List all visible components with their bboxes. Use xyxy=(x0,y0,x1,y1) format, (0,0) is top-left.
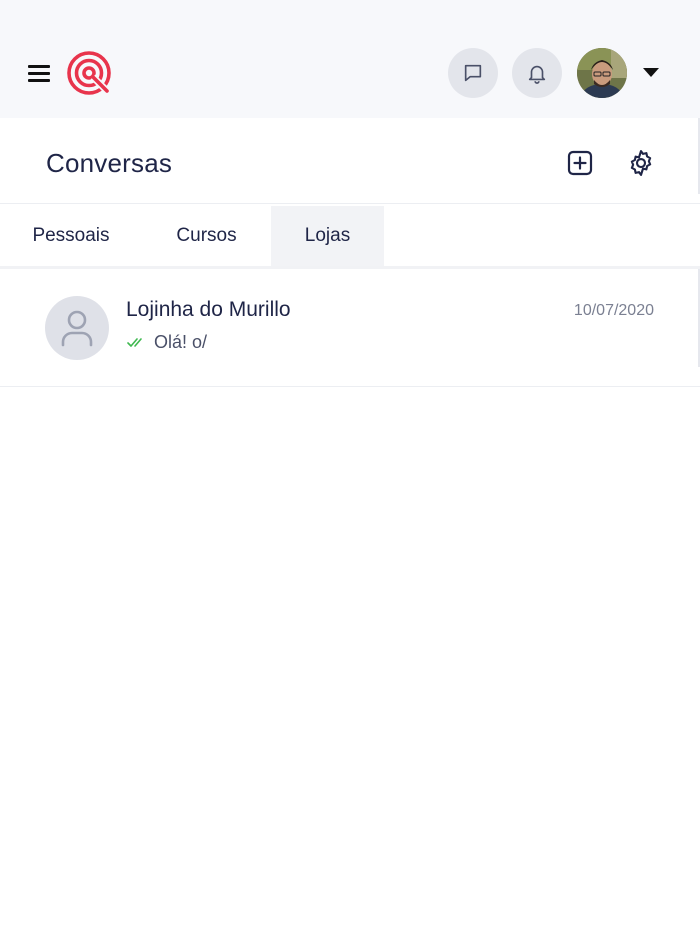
gear-icon xyxy=(630,150,652,176)
new-conversation-button[interactable] xyxy=(565,148,595,178)
user-avatar[interactable] xyxy=(577,48,627,98)
add-square-icon xyxy=(567,150,593,176)
tab-lojas[interactable]: Lojas xyxy=(271,206,384,266)
tab-cursos[interactable]: Cursos xyxy=(142,206,271,266)
chat-bubble-icon xyxy=(464,64,482,82)
conversation-tabs: Pessoais Cursos Lojas xyxy=(0,206,700,266)
top-navigation-bar xyxy=(0,0,700,118)
caret-down-icon[interactable] xyxy=(643,68,659,77)
page-title: Conversas xyxy=(46,148,173,178)
conversation-avatar xyxy=(45,296,109,360)
brand-logo[interactable] xyxy=(66,50,114,98)
double-check-icon xyxy=(127,338,142,347)
tab-pessoais[interactable]: Pessoais xyxy=(0,206,142,266)
notifications-button[interactable] xyxy=(512,48,562,98)
conversation-date: 10/07/2020 xyxy=(573,302,654,319)
default-user-icon xyxy=(61,310,93,347)
conversation-name: Lojinha do Murillo xyxy=(126,298,291,321)
conversation-last-message: Olá! o/ xyxy=(154,332,208,352)
chat-button[interactable] xyxy=(448,48,498,98)
hamburger-menu-icon[interactable] xyxy=(28,63,52,83)
bell-icon xyxy=(528,65,546,84)
conversation-list-item[interactable]: Lojinha do Murillo 10/07/2020 Olá! o/ xyxy=(0,269,700,387)
conversations-header: Conversas xyxy=(0,118,700,204)
settings-button[interactable] xyxy=(626,148,656,178)
